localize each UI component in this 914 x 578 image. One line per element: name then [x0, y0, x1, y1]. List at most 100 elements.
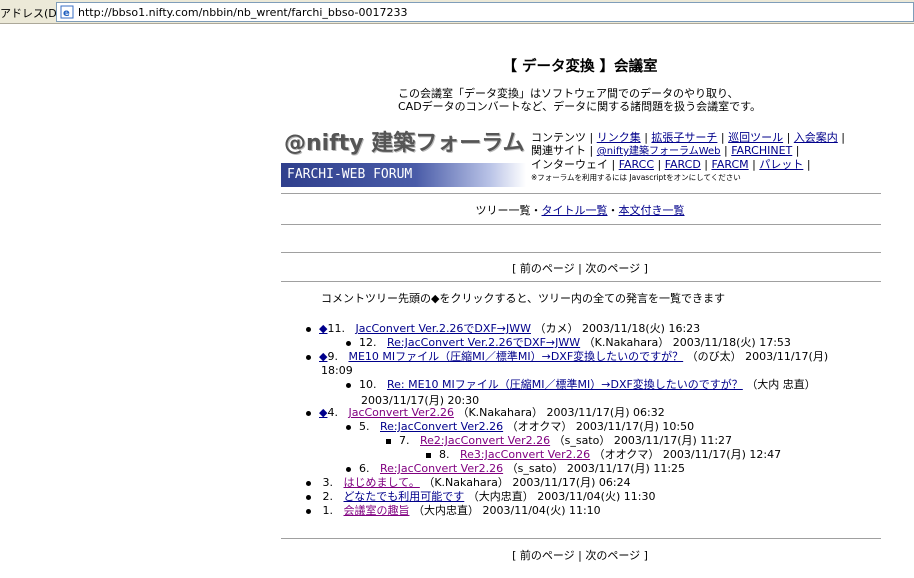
list-item: ◆11. JacConvert Ver.2.26でDXF→JWW （カメ） 20… — [306, 322, 700, 336]
post-author: （のび太） — [686, 350, 742, 363]
post-title-link[interactable]: ME10 MIファイル（圧縮MI／標準MI）→DXF変換したいのですが？ — [348, 350, 683, 363]
list-item: 3. はじめまして。 （K.Nakahara） 2003/11/17(月) 06… — [306, 476, 631, 490]
description-line-2: CADデータのコンバートなど、データに関する諸問題を扱う会議室です。 — [398, 100, 762, 113]
pager-top: [ 前のページ | 次のページ ] — [512, 262, 648, 275]
post-title-link[interactable]: Re3:JacConvert Ver2.26 — [460, 448, 590, 461]
post-title-link[interactable]: はじめまして。 — [344, 476, 420, 489]
address-label: アドレス(D) — [0, 7, 62, 20]
logo-subtitle: FARCHI-WEB FORUM — [281, 163, 526, 187]
nav-link-palette[interactable]: パレット — [759, 158, 803, 171]
post-number: 9. — [327, 350, 338, 363]
ie-page-icon: e — [60, 5, 74, 19]
post-author: （オオクマ） — [593, 448, 660, 461]
post-date: 2003/11/17(月) 10:50 — [575, 420, 695, 433]
post-title-link[interactable]: どなたでも利用可能です — [344, 490, 465, 503]
list-item: 7. Re2:JacConvert Ver2.26 （s_sato） 2003/… — [386, 434, 732, 448]
forum-logo[interactable]: @nifty 建築フォーラム FARCHI-WEB FORUM — [281, 129, 526, 187]
divider — [281, 252, 881, 253]
bullet-icon — [306, 494, 311, 500]
post-title-link[interactable]: Re:JacConvert Ver2.26 — [380, 420, 503, 433]
list-item: 1. 会議室の趣旨 （大内忠直） 2003/11/04(火) 11:10 — [306, 504, 601, 518]
bullet-icon — [306, 354, 311, 360]
divider — [281, 281, 881, 282]
post-date: 2003/11/04(火) 11:10 — [482, 504, 601, 517]
divider — [281, 538, 881, 539]
nav-row-contents: コンテンツ | リンク集 | 拡張子サーチ | 巡回ツール | 入会案内 | — [531, 131, 846, 144]
post-date: 2003/11/17(月) 11:25 — [566, 462, 686, 475]
url-field[interactable]: e http://bbso1.nifty.com/nbbin/nb_wrent/… — [56, 2, 914, 22]
bullet-icon — [426, 452, 431, 458]
divider — [281, 193, 881, 194]
post-date: 2003/11/17(月) 06:24 — [512, 476, 631, 489]
post-date: 2003/11/04(火) 11:30 — [537, 490, 656, 503]
post-author: （s_sato） — [506, 462, 564, 475]
address-bar: アドレス(D) e http://bbso1.nifty.com/nbbin/n… — [0, 0, 914, 24]
prev-page-link[interactable]: 前のページ — [520, 262, 575, 275]
bullet-icon — [346, 424, 351, 430]
bullet-icon — [306, 410, 311, 416]
nav-link-join-guide[interactable]: 入会案内 — [794, 131, 838, 144]
next-page-link[interactable]: 次のページ — [585, 262, 640, 275]
post-number: 11. — [327, 322, 345, 335]
bullet-icon — [346, 466, 351, 472]
post-date: 2003/11/17(月) — [745, 350, 829, 363]
post-author: （K.Nakahara） — [423, 476, 509, 489]
post-date: 2003/11/17(月) 06:32 — [546, 406, 665, 419]
post-date: 2003/11/18(火) 16:23 — [581, 322, 701, 335]
title-list-link[interactable]: タイトル一覧 — [542, 204, 608, 217]
next-page-link[interactable]: 次のページ — [585, 549, 640, 562]
list-item: 10. Re: ME10 MIファイル（圧縮MI／標準MI）→DXF変換したいの… — [346, 378, 816, 392]
list-item: 5. Re:JacConvert Ver2.26 （オオクマ） 2003/11/… — [346, 420, 694, 434]
post-author: （大内忠直） — [467, 490, 534, 503]
bullet-icon — [346, 382, 351, 388]
post-title-link[interactable]: Re:JacConvert Ver2.26 — [380, 462, 503, 475]
svg-text:e: e — [63, 8, 70, 19]
description-line-1: この会議室「データ変換」はソフトウェア間でのデータのやり取り、 — [398, 87, 739, 100]
nav-link-forum-web[interactable]: @nifty建築フォーラムWeb — [597, 146, 721, 157]
bullet-icon — [386, 438, 391, 444]
post-number: 8. — [439, 448, 450, 461]
nav-link-ext-search[interactable]: 拡張子サーチ — [651, 131, 717, 144]
nav-link-farcc[interactable]: FARCC — [619, 158, 654, 171]
body-list-link[interactable]: 本文付き一覧 — [619, 204, 685, 217]
post-number: 6. — [359, 462, 370, 475]
nav-link-patrol-tool[interactable]: 巡回ツール — [728, 131, 783, 144]
prev-page-link[interactable]: 前のページ — [520, 549, 575, 562]
post-title-link[interactable]: JacConvert Ver.2.26でDXF→JWW — [355, 322, 531, 335]
post-title-link[interactable]: Re:JacConvert Ver.2.26でDXF→JWW — [387, 336, 580, 349]
bullet-icon — [306, 480, 311, 486]
post-author: （K.Nakahara） — [583, 336, 670, 349]
nav-link-farchinet[interactable]: FARCHINET — [731, 144, 792, 157]
post-number: 10. — [359, 378, 377, 391]
post-title-link[interactable]: Re2:JacConvert Ver2.26 — [420, 434, 550, 447]
post-number: 12. — [359, 336, 377, 349]
post-number: 5. — [359, 420, 370, 433]
tree-instruction: コメントツリー先頭の◆をクリックすると、ツリー内の全ての発言を一覧できます — [321, 292, 726, 305]
post-date-wrapped: 18:09 — [321, 364, 353, 377]
forum-nav: コンテンツ | リンク集 | 拡張子サーチ | 巡回ツール | 入会案内 | 関… — [531, 131, 845, 184]
nav-link-farcm[interactable]: FARCM — [712, 158, 749, 171]
nav-related-label: 関連サイト — [531, 144, 586, 157]
post-date: 2003/11/18(火) 17:53 — [672, 336, 791, 349]
post-author: （オオクマ） — [506, 420, 573, 433]
post-title-link[interactable]: Re: ME10 MIファイル（圧縮MI／標準MI）→DXF変換したいのですが？ — [387, 378, 743, 391]
nav-link-farcd[interactable]: FARCD — [665, 158, 701, 171]
bullet-icon — [306, 508, 311, 514]
logo-title: @nifty 建築フォーラム — [281, 129, 526, 163]
post-number: 2. — [322, 490, 334, 503]
nav-link-links[interactable]: リンク集 — [597, 131, 641, 144]
post-author: （K.Nakahara） — [457, 406, 544, 419]
post-number: 1. — [322, 504, 334, 517]
nav-interway-label: インターウェイ — [531, 158, 608, 171]
bullet-icon — [346, 340, 351, 346]
post-title-link[interactable]: JacConvert Ver2.26 — [348, 406, 453, 419]
post-date: 2003/11/17(月) 12:47 — [662, 448, 782, 461]
post-author: （大内 忠直） — [746, 378, 816, 391]
nav-row-related: 関連サイト | @nifty建築フォーラムWeb | FARCHINET | — [531, 144, 800, 157]
javascript-note: ※フォーラムを利用するには Javascriptをオンにしてください — [531, 173, 741, 182]
list-item: 6. Re:JacConvert Ver2.26 （s_sato） 2003/1… — [346, 462, 685, 476]
bullet-icon — [306, 326, 311, 332]
post-number: 4. — [327, 406, 338, 419]
post-title-link[interactable]: 会議室の趣旨 — [344, 504, 410, 517]
post-author: （大内忠直） — [413, 504, 479, 517]
